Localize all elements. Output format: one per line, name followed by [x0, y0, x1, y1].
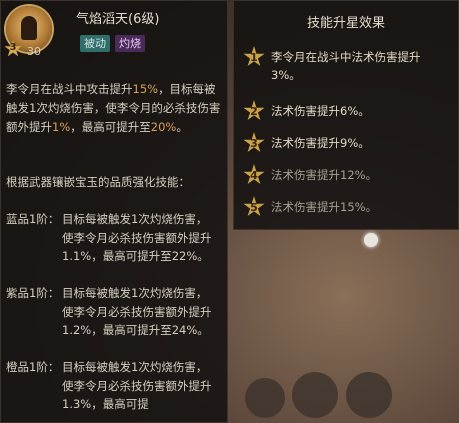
desc-highlight: 15% — [132, 82, 159, 96]
background-avatar-round — [292, 372, 338, 418]
tag-passive: 被动 — [80, 35, 110, 52]
star-effect-text: 法术伤害提升6%。 — [271, 104, 370, 118]
star-effect-1: 1 李令月在战斗中法术伤害提升3%。 — [243, 46, 455, 82]
star-number: 4 — [250, 169, 258, 182]
tier-label: 紫品1阶： — [6, 286, 60, 300]
star-effects-title: 技能升星效果 — [306, 16, 385, 31]
skill-level: (6级) — [128, 12, 160, 27]
desc-highlight: 1% — [52, 120, 71, 134]
tier-body: 目标每被触发1次灼烧伤害，使李令月必杀技伤害额外提升1.3%，最高可提 — [62, 360, 212, 411]
skill-name: 气焰滔天 — [76, 12, 129, 27]
star-number: 1 — [250, 51, 258, 64]
star-level: 3 — [9, 42, 17, 53]
tag-burn: 灼烧 — [115, 35, 145, 52]
star-effect-2: 2 法术伤害提升6%。 — [243, 100, 455, 136]
tier-label: 橙品1阶： — [6, 360, 60, 374]
star-effect-5: 5 法术伤害提升15%。 — [243, 196, 455, 232]
background-button-round — [245, 378, 285, 418]
touch-cursor-icon — [364, 233, 378, 247]
desc-text: 李令月在战斗中攻击提升 — [6, 82, 133, 96]
star-number: 3 — [250, 137, 258, 150]
tier-body: 目标每被触发1次灼烧伤害，使李令月必杀技伤害额外提升1.1%，最高可提升至22%… — [62, 212, 212, 263]
star-effect-4: 4 法术伤害提升12%。 — [243, 164, 455, 200]
desc-text: ，最高可提升至 — [70, 120, 151, 134]
star-effect-text: 法术伤害提升12%。 — [271, 168, 378, 182]
gem-upgrade-intro: 根据武器镶嵌宝玉的品质强化技能： — [6, 175, 190, 189]
star-effect-text: 法术伤害提升15%。 — [271, 200, 378, 214]
star-effect-text: 李令月在战斗中法术伤害提升3%。 — [271, 50, 421, 82]
flame-figure-icon — [21, 16, 37, 40]
skill-description: 李令月在战斗中攻击提升15%，目标每被触发1次灼烧伤害，使李令月的必杀技伤害额外… — [6, 80, 224, 137]
tier-label: 蓝品1阶： — [6, 212, 60, 226]
tier-body: 目标每被触发1次灼烧伤害，使李令月必杀技伤害额外提升1.2%，最高可提升至24%… — [62, 286, 212, 337]
skill-level-count: 30 — [27, 45, 41, 58]
desc-text: 。 — [176, 120, 188, 134]
star-effects-panel: 技能升星效果 1 李令月在战斗中法术伤害提升3%。 2 法术伤害提升6%。 3 … — [233, 0, 459, 230]
desc-highlight: 20% — [150, 120, 177, 134]
star-number: 5 — [250, 201, 258, 214]
star-number: 2 — [250, 105, 258, 118]
background-avatar-round — [346, 372, 392, 418]
star-effect-text: 法术伤害提升9%。 — [271, 136, 370, 150]
skill-title: 气焰滔天(6级) — [76, 8, 159, 27]
skill-detail-panel: 3 30 气焰滔天(6级) 被动 灼烧 李令月在战斗中攻击提升15%，目标每被触… — [0, 0, 228, 423]
star-effect-3: 3 法术伤害提升9%。 — [243, 132, 455, 168]
